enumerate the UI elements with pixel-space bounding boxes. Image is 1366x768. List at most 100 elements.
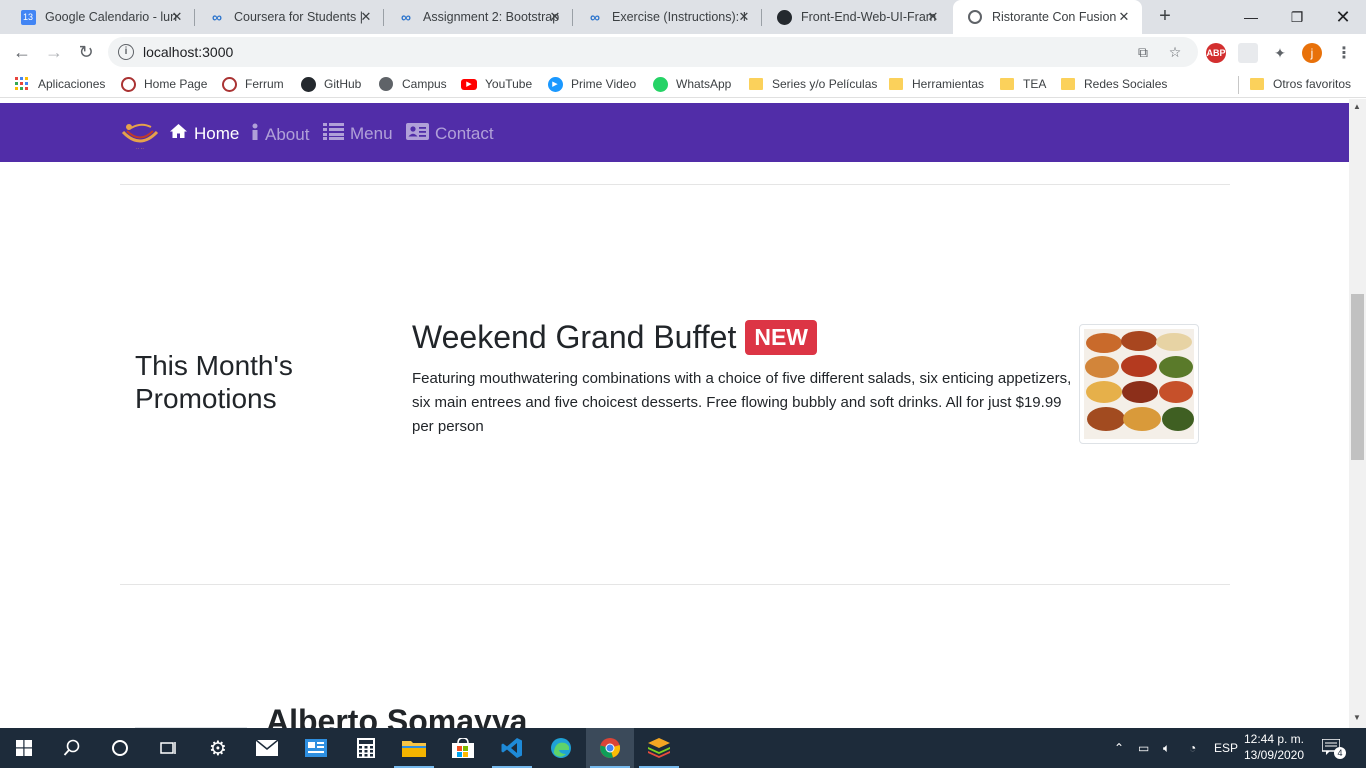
language-indicator[interactable]: ESP bbox=[1214, 728, 1238, 768]
vscode-app[interactable] bbox=[488, 728, 536, 768]
close-tab-icon[interactable]: ✕ bbox=[358, 9, 374, 25]
url-text: localhost:3000 bbox=[143, 44, 234, 60]
bookmark-label: Redes Sociales bbox=[1084, 77, 1168, 91]
file-explorer-app[interactable] bbox=[390, 728, 438, 768]
bookmark-folder-redes-sociales[interactable]: Redes Sociales bbox=[1061, 75, 1167, 93]
promotion-description: Featuring mouthwatering combinations wit… bbox=[412, 370, 1072, 435]
page-scrollbar[interactable]: ▲ ▼ bbox=[1349, 99, 1366, 728]
site-info-icon[interactable]: i bbox=[118, 44, 134, 60]
forward-button[interactable]: → bbox=[40, 38, 68, 66]
bookmark-star-icon[interactable]: ☆ bbox=[1166, 44, 1184, 62]
bookmarks-bar: Aplicaciones Home Page Ferrum GitHub Cam… bbox=[0, 70, 1366, 98]
system-clock[interactable]: 12:44 p. m. 13/09/2020 bbox=[1242, 731, 1306, 763]
restore-button[interactable]: ❐ bbox=[1274, 0, 1320, 34]
nav-label: Contact bbox=[435, 124, 494, 143]
task-view-button[interactable] bbox=[144, 728, 192, 768]
bookmark-home-page[interactable]: Home Page bbox=[120, 75, 207, 93]
bookmark-ferrum[interactable]: Ferrum bbox=[221, 75, 284, 93]
microsoft-store-app[interactable] bbox=[439, 728, 487, 768]
bluestacks-app[interactable] bbox=[635, 728, 683, 768]
bookmark-label: Campus bbox=[402, 77, 447, 91]
volume-icon[interactable]: 🔈︎ bbox=[1163, 728, 1170, 768]
wifi-icon[interactable]: ◔ bbox=[1189, 728, 1196, 768]
close-tab-icon[interactable]: ✕ bbox=[547, 9, 563, 25]
tab-coursera-students[interactable]: ∞ Coursera for Students | ✕ bbox=[195, 0, 384, 34]
ferrum-icon bbox=[221, 76, 237, 92]
github-icon bbox=[776, 9, 792, 25]
tab-exercise-instructions[interactable]: ∞ Exercise (Instructions): I ✕ bbox=[573, 0, 762, 34]
scrollbar-thumb[interactable] bbox=[1351, 294, 1364, 460]
tab-google-calendar[interactable]: 13 Google Calendario - lun ✕ bbox=[6, 0, 195, 34]
scroll-up-icon[interactable]: ▲ bbox=[1353, 102, 1361, 111]
translate-icon[interactable]: ⧉ bbox=[1134, 44, 1152, 62]
power-icon[interactable]: ▭ bbox=[1138, 728, 1149, 768]
mail-app[interactable] bbox=[243, 728, 291, 768]
globe-icon bbox=[967, 9, 983, 25]
bookmark-folder-herramientas[interactable]: Herramientas bbox=[889, 75, 984, 93]
folder-icon bbox=[1061, 78, 1075, 90]
tab-ristorante-con-fusion[interactable]: Ristorante Con Fusion ✕ bbox=[953, 0, 1142, 34]
news-app[interactable] bbox=[292, 728, 340, 768]
minimize-button[interactable]: — bbox=[1228, 0, 1274, 34]
close-tab-icon[interactable]: ✕ bbox=[925, 9, 941, 25]
close-tab-icon[interactable]: ✕ bbox=[736, 9, 752, 25]
bookmark-aplicaciones[interactable]: Aplicaciones bbox=[14, 75, 105, 93]
extension-box-icon[interactable] bbox=[1238, 43, 1258, 63]
start-button[interactable] bbox=[0, 728, 48, 768]
bookmarks-divider bbox=[1238, 76, 1239, 94]
bookmark-prime-video[interactable]: ▶ Prime Video bbox=[547, 75, 636, 93]
show-hidden-icons-button[interactable]: ⌃ bbox=[1114, 728, 1124, 768]
close-tab-icon[interactable]: ✕ bbox=[1116, 9, 1132, 25]
new-tab-button[interactable]: + bbox=[1154, 6, 1176, 28]
settings-app[interactable]: ⚙ bbox=[194, 728, 242, 768]
search-button[interactable] bbox=[48, 728, 96, 768]
edge-app[interactable] bbox=[537, 728, 585, 768]
scroll-down-icon[interactable]: ▼ bbox=[1353, 713, 1361, 722]
tab-github-front-end[interactable]: Front-End-Web-UI-Fram ✕ bbox=[762, 0, 951, 34]
bookmark-folder-tea[interactable]: TEA bbox=[1000, 75, 1046, 93]
back-button[interactable]: ← bbox=[8, 38, 36, 66]
calculator-icon bbox=[357, 738, 375, 758]
reload-button[interactable]: ↻ bbox=[72, 38, 100, 66]
promotion-title: Weekend Grand Buffet bbox=[412, 319, 737, 355]
bookmark-label: Herramientas bbox=[912, 77, 985, 91]
address-bar[interactable]: i localhost:3000 ⧉ ☆ bbox=[108, 37, 1198, 67]
bookmark-youtube[interactable]: ▶ YouTube bbox=[461, 75, 532, 93]
folder-icon bbox=[749, 78, 763, 90]
nav-about[interactable]: About bbox=[251, 123, 309, 146]
whatsapp-icon bbox=[652, 76, 668, 92]
bookmark-folder-otros-favoritos[interactable]: Otros favoritos bbox=[1250, 75, 1351, 93]
browser-toolbar: ← → ↻ i localhost:3000 ⧉ ☆ ABP ✦ j ⋮ bbox=[0, 34, 1366, 70]
notification-icon: 4 bbox=[1321, 738, 1346, 759]
extensions-puzzle-icon[interactable]: ✦ bbox=[1270, 43, 1290, 63]
bookmark-label: Home Page bbox=[144, 77, 208, 91]
clock-date: 13/09/2020 bbox=[1243, 748, 1305, 762]
close-window-button[interactable]: ✕ bbox=[1320, 0, 1366, 34]
bookmark-folder-series[interactable]: Series y/o Películas bbox=[749, 75, 877, 93]
bookmark-campus[interactable]: Campus bbox=[378, 75, 447, 93]
folder-icon bbox=[889, 78, 903, 90]
more-menu-icon[interactable]: ⋮ bbox=[1334, 43, 1354, 63]
edge-icon bbox=[551, 738, 571, 758]
bookmark-label: WhatsApp bbox=[676, 77, 732, 91]
promotions-heading: This Month's Promotions bbox=[135, 350, 293, 414]
bookmark-label: Ferrum bbox=[245, 77, 284, 91]
calculator-app[interactable] bbox=[342, 728, 390, 768]
nav-contact[interactable]: Contact bbox=[406, 123, 494, 145]
gear-icon: ⚙ bbox=[209, 737, 227, 760]
tab-assignment-2[interactable]: ∞ Assignment 2: Bootstrap ✕ bbox=[384, 0, 573, 34]
nav-menu[interactable]: Menu bbox=[323, 123, 393, 145]
cortana-button[interactable] bbox=[96, 728, 144, 768]
windows-taskbar: ⚙ ⌃ ▭ 🔈︎ ◔ ESP 12:44 p. m. 13/09/2020 4 bbox=[0, 728, 1366, 768]
restaurant-logo[interactable]: ·· ·· bbox=[119, 118, 161, 152]
profile-avatar[interactable]: j bbox=[1302, 43, 1322, 63]
youtube-icon: ▶ bbox=[461, 76, 477, 92]
action-center-button[interactable]: 4 bbox=[1321, 728, 1346, 768]
chrome-app[interactable] bbox=[586, 728, 634, 768]
svg-text:·· ··: ·· ·· bbox=[136, 146, 144, 152]
bookmark-whatsapp[interactable]: WhatsApp bbox=[652, 75, 731, 93]
nav-home[interactable]: Home bbox=[169, 123, 239, 144]
close-tab-icon[interactable]: ✕ bbox=[169, 9, 185, 25]
bookmark-github[interactable]: GitHub bbox=[300, 75, 361, 93]
adblock-plus-icon[interactable]: ABP bbox=[1206, 43, 1226, 63]
